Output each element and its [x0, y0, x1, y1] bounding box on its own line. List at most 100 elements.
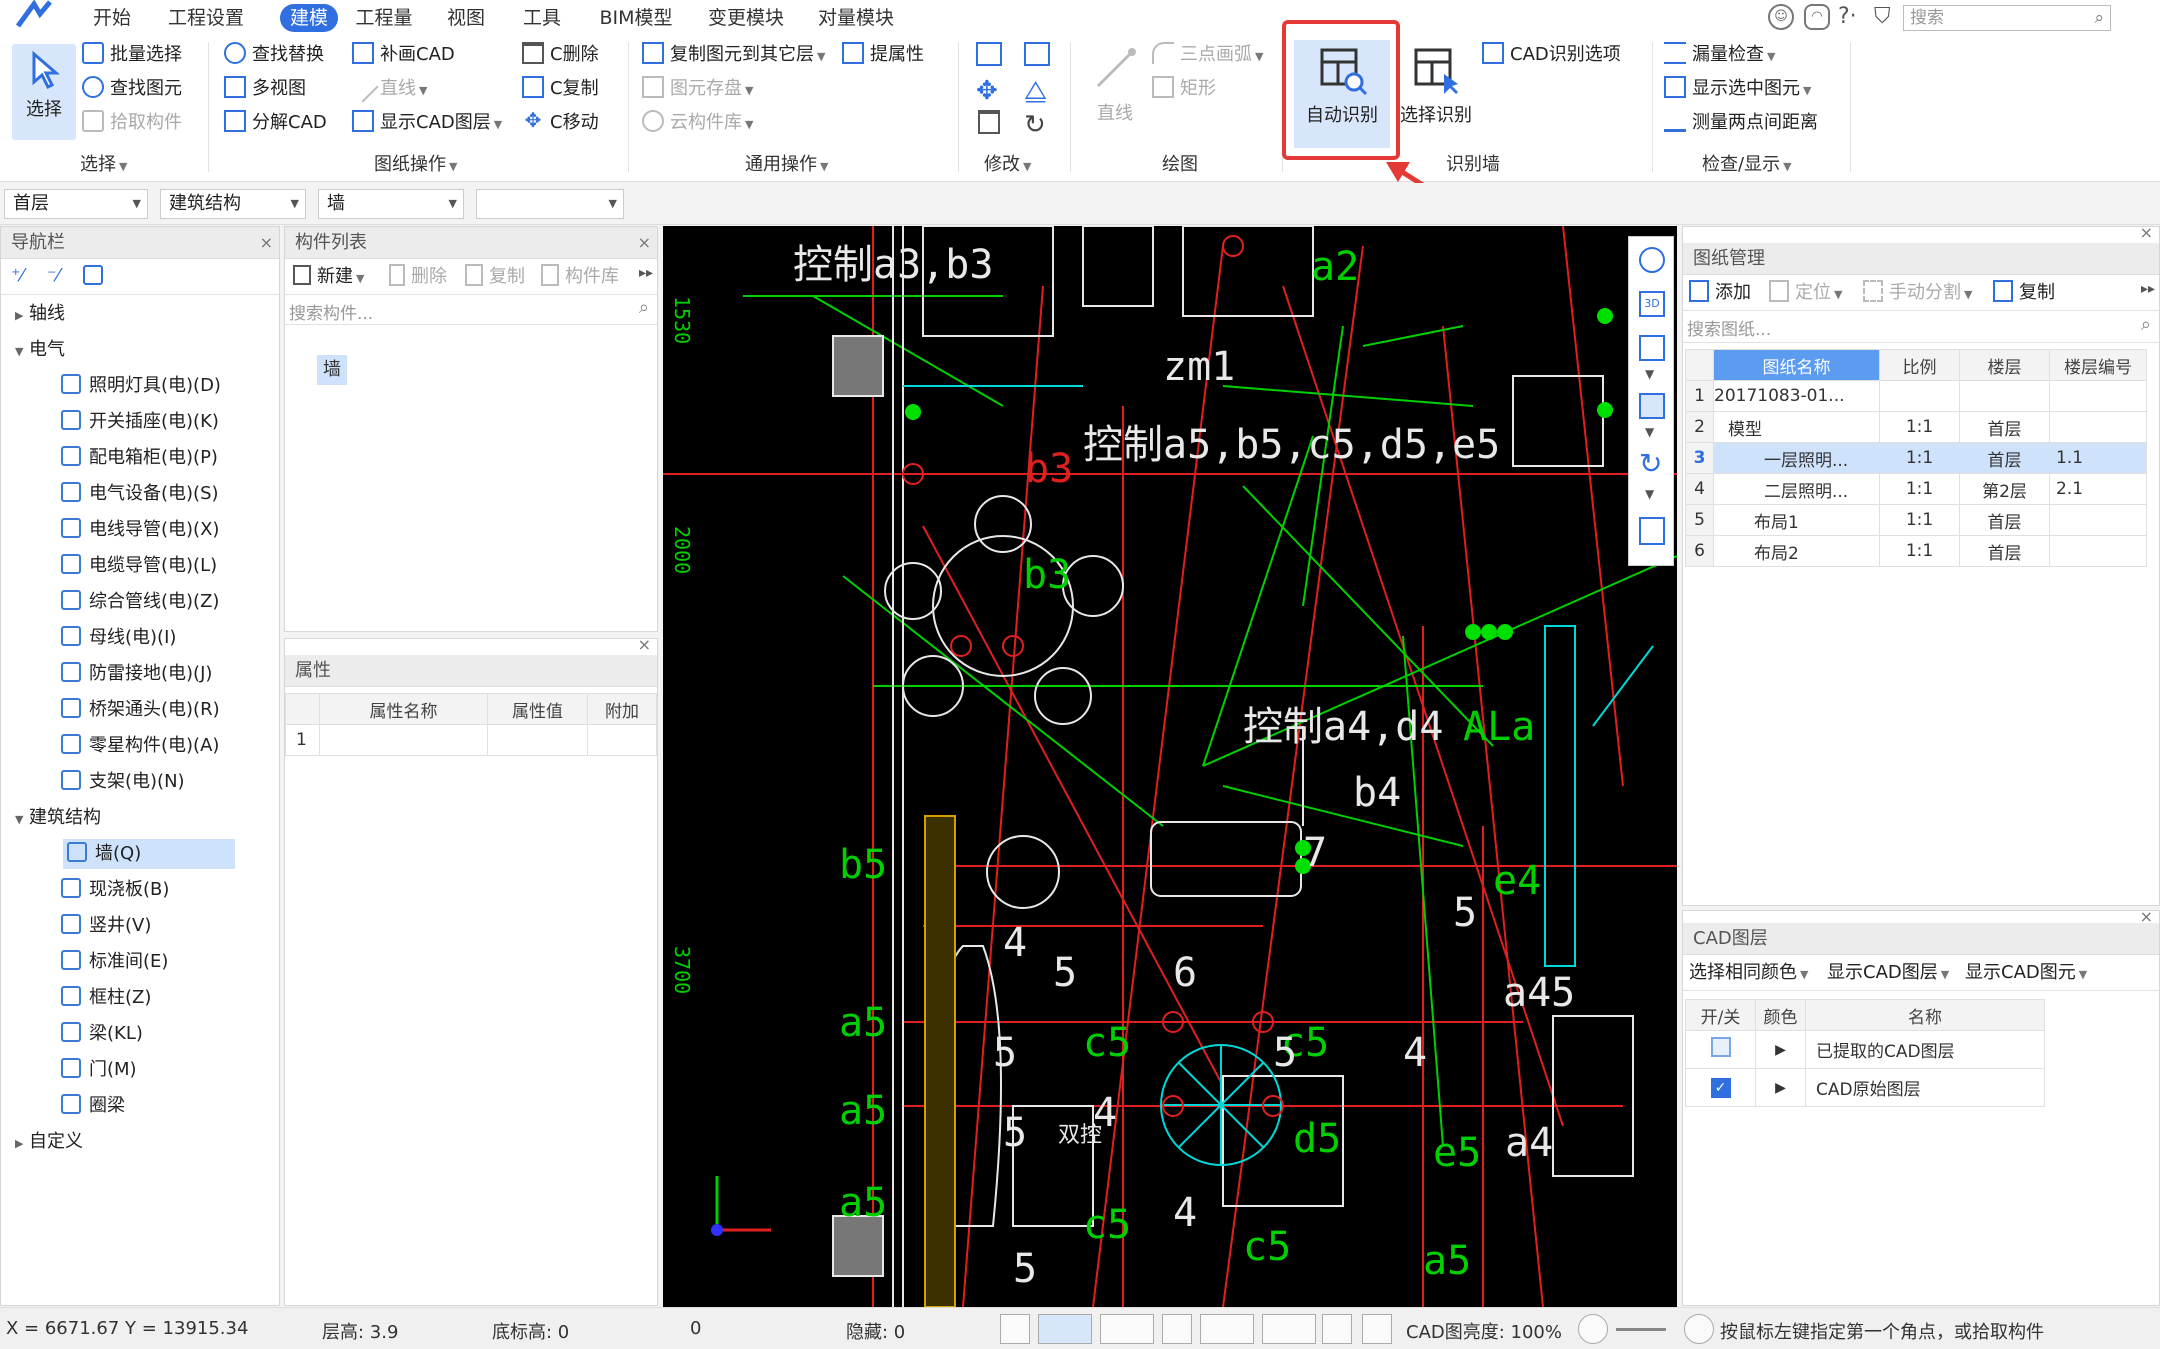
nav-item[interactable]: 桥架通头(电)(R)	[61, 695, 220, 725]
table-row[interactable]: 6 布局2 1:1 首层	[1685, 535, 2147, 567]
find-element-button[interactable]: 查找图元	[82, 74, 182, 104]
ortho-icon[interactable]	[1000, 1314, 1030, 1344]
rotate-icon[interactable]: ↻	[1024, 110, 1046, 140]
chevron-down-icon[interactable]: ▼	[15, 805, 29, 835]
nav-item[interactable]: 母线(电)(I)	[61, 623, 176, 653]
element-store-button[interactable]: 图元存盘 ▼	[642, 74, 753, 104]
drawing-cell-scale[interactable]	[1879, 380, 1960, 412]
chevron-down-icon[interactable]: ▼	[1645, 367, 1654, 381]
close-icon[interactable]: ×	[638, 227, 651, 259]
cross-icon[interactable]	[1162, 1314, 1192, 1344]
chevron-down-icon[interactable]: ▼	[15, 337, 29, 367]
table-row[interactable]: 1 20171083-01...	[1685, 380, 2147, 412]
tab-modeling[interactable]: 建模	[280, 4, 338, 32]
draw-line-button[interactable]: 直线	[1080, 44, 1150, 125]
col-drawing-name[interactable]: 图纸名称	[1713, 349, 1880, 381]
show-selected-button[interactable]: 显示选中图元 ▼	[1664, 74, 1811, 104]
tab-bim-model[interactable]: BIM模型	[598, 4, 674, 32]
drawing-cell-code[interactable]: 1.1	[2049, 442, 2147, 474]
chevron-right-icon[interactable]: ▶	[15, 1129, 29, 1159]
drawing-cell-scale[interactable]: 1:1	[1879, 504, 1960, 536]
select-button[interactable]: 选择	[12, 44, 76, 140]
manual-split-button[interactable]: 手动分割 ▼	[1863, 278, 1972, 308]
check-display-group-label[interactable]: 检查/显示 ▼	[1702, 150, 1792, 176]
c-move-button[interactable]: ✥ C移动	[522, 108, 599, 138]
measure-distance-button[interactable]: 测量两点间距离	[1664, 108, 1818, 138]
find-replace-button[interactable]: 查找替换	[224, 40, 324, 70]
close-icon[interactable]: ×	[2140, 907, 2153, 926]
select-same-color-button[interactable]: 选择相同颜色 ▼	[1689, 958, 1808, 988]
nav-item[interactable]: 现浇板(B)	[61, 875, 169, 905]
drawing-cell-no[interactable]: 4	[1685, 473, 1714, 505]
drawing-cell-no[interactable]: 6	[1685, 535, 1714, 567]
nav-item[interactable]: ▶ 轴线	[15, 299, 65, 329]
copy-to-other-floor-button[interactable]: 复制图元到其它层 ▼	[642, 40, 825, 70]
drawing-cell-floor[interactable]: 首层	[1959, 504, 2050, 536]
nav-item[interactable]: 门(M)	[61, 1055, 137, 1085]
drawing-cell-scale[interactable]: 1:1	[1879, 442, 1960, 474]
mirror-icon[interactable]: ⧋	[1024, 76, 1047, 107]
brightness-slider[interactable]	[1616, 1328, 1666, 1331]
show-cad-elements-button[interactable]: 显示CAD图元 ▼	[1965, 958, 2087, 988]
nav-item[interactable]: 电缆导管(电)(L)	[61, 551, 217, 581]
nav-item[interactable]: ▼ 电气	[15, 335, 65, 365]
component-library-button[interactable]: 构件库	[541, 262, 619, 292]
tab-view[interactable]: 视图	[446, 4, 486, 32]
table-row[interactable]: 5 布局1 1:1 首层	[1685, 504, 2147, 536]
view-3d-icon[interactable]: 3D	[1639, 291, 1665, 317]
col-scale[interactable]: 比例	[1879, 349, 1960, 381]
redraw-cad-button[interactable]: 补画CAD	[352, 40, 455, 70]
component-item-wall[interactable]: 墙	[317, 355, 347, 385]
drawing-cell-no[interactable]: 5	[1685, 504, 1714, 536]
nav-item[interactable]: 竖井(V)	[61, 911, 151, 941]
collapse-all-icon[interactable]: ⁻⁄	[47, 265, 60, 286]
modify-group-label[interactable]: 修改 ▼	[984, 150, 1031, 176]
nav-item[interactable]: 支架(电)(N)	[61, 767, 185, 797]
drawing-cell-name[interactable]: 二层照明...	[1713, 473, 1880, 505]
view-box-icon[interactable]	[1639, 335, 1665, 361]
type-select[interactable]: 墙 ▼	[318, 189, 464, 219]
c-delete-button[interactable]: C删除	[522, 40, 599, 70]
modify-copy-icon[interactable]	[976, 42, 1002, 66]
nav-item[interactable]: 电线导管(电)(X)	[61, 515, 219, 545]
nav-item[interactable]: 圈梁	[61, 1091, 125, 1121]
layer-checkbox[interactable]	[1710, 1037, 1731, 1057]
multi-view-button[interactable]: 多视图	[224, 74, 306, 104]
c-copy-button[interactable]: C复制	[522, 74, 599, 104]
property-name-cell[interactable]	[319, 724, 488, 756]
locate-drawing-button[interactable]: 定位 ▼	[1769, 278, 1842, 308]
checked-checkbox-icon[interactable]: ✓	[1710, 1078, 1731, 1098]
copy-drawing-button[interactable]: 复制	[1993, 278, 2055, 308]
tab-start[interactable]: 开始	[92, 4, 132, 32]
modify-move-icon[interactable]: ✥	[976, 76, 998, 106]
top-search-input[interactable]: 搜索 ⌕	[1903, 5, 2111, 31]
drawing-cell-code[interactable]: 2.1	[2049, 473, 2147, 505]
drawing-cell-name[interactable]: 模型	[1713, 411, 1880, 443]
headset-icon[interactable]: ◠	[1804, 4, 1830, 30]
col-floor[interactable]: 楼层	[1959, 349, 2050, 381]
drawing-cell-no[interactable]: 1	[1685, 380, 1714, 412]
nav-item[interactable]: 电气设备(电)(S)	[61, 479, 219, 509]
component-select[interactable]: ▼	[476, 189, 624, 219]
drawing-cell-no[interactable]: 2	[1685, 411, 1714, 443]
layer-toggle-cell[interactable]: ✓	[1685, 1068, 1756, 1107]
add-drawing-button[interactable]: 添加	[1689, 278, 1751, 308]
missing-check-button[interactable]: 漏量检查 ▼	[1664, 40, 1775, 70]
drawing-cell-floor[interactable]	[1959, 380, 2050, 412]
help-icon[interactable]: ?·	[1838, 4, 1857, 29]
explode-cad-button[interactable]: 分解CAD	[224, 108, 327, 138]
expand-all-icon[interactable]: ⁺⁄	[11, 265, 24, 286]
copy-component-button[interactable]: 复制	[465, 262, 525, 292]
drawing-cell-scale[interactable]: 1:1	[1879, 535, 1960, 567]
angle-icon[interactable]	[1200, 1314, 1254, 1344]
component-search-input[interactable]: 搜索构件... ⌕	[285, 295, 657, 325]
close-icon[interactable]: ×	[638, 635, 651, 654]
tab-compare-module[interactable]: 对量模块	[818, 4, 894, 32]
nav-item[interactable]: 开关插座(电)(K)	[61, 407, 219, 437]
auto-recognize-button[interactable]: 自动识别	[1294, 40, 1390, 148]
three-point-arc-button[interactable]: 三点画弧 ▼	[1152, 40, 1263, 70]
cloud-library-button[interactable]: 云构件库 ▼	[642, 108, 753, 138]
rectangle-button[interactable]: 矩形	[1152, 74, 1216, 104]
edit-icon[interactable]	[83, 265, 103, 285]
expand-icon[interactable]: ▶	[1755, 1030, 1806, 1069]
